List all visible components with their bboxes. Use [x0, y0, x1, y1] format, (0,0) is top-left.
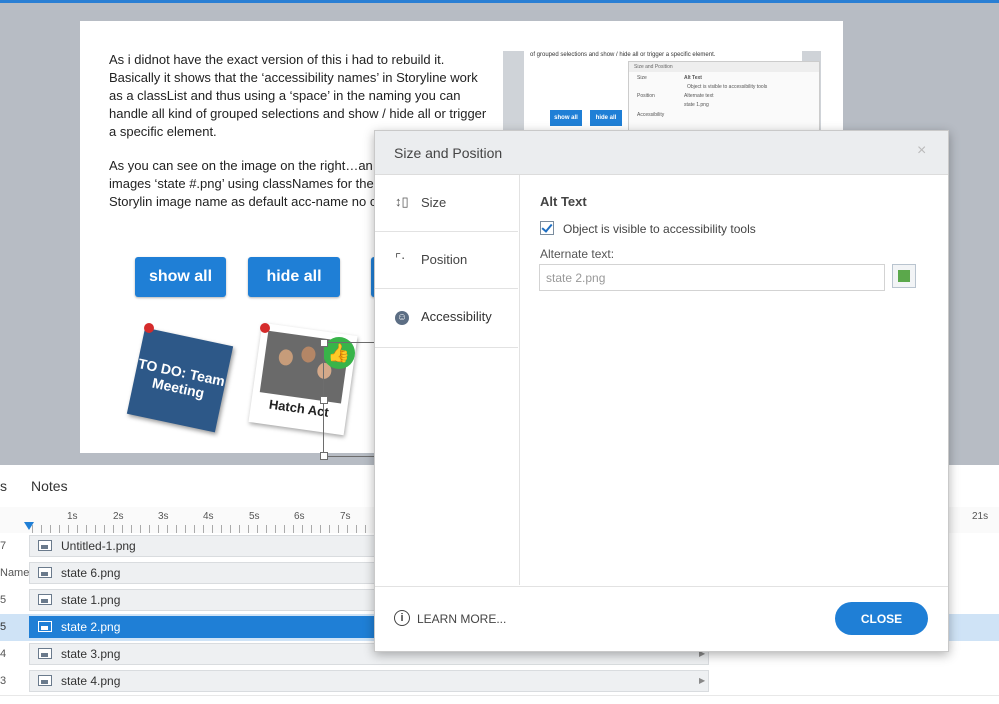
- pushpin-icon: [144, 323, 154, 333]
- row-label: 5: [0, 594, 7, 606]
- size-and-position-dialog: Size and Position × ↕▯ Size ⌜⋅ Position …: [374, 130, 949, 652]
- ruler-label: 5s: [249, 511, 260, 522]
- ruler-label: 1s: [67, 511, 78, 522]
- ruler-label-end: 21s: [972, 511, 989, 522]
- show-all-button[interactable]: show all: [135, 257, 226, 297]
- embedded-screenshot-slide: of grouped selections and show / hide al…: [524, 51, 820, 131]
- alternate-text-input[interactable]: [539, 264, 885, 291]
- row-object-name: state 6.png: [61, 566, 121, 580]
- info-icon[interactable]: i: [394, 610, 410, 626]
- row-label: 4: [0, 648, 7, 660]
- sidebar-item-label: Position: [421, 252, 468, 267]
- sidebar-item-position[interactable]: ⌜⋅ Position: [375, 232, 518, 289]
- sidebar-item-size[interactable]: ↕▯ Size: [375, 175, 518, 232]
- ruler-label: 6s: [294, 511, 305, 522]
- close-icon[interactable]: ×: [917, 142, 926, 160]
- ruler-label: 7s: [340, 511, 351, 522]
- playhead-marker[interactable]: [24, 522, 34, 530]
- checkbox-label[interactable]: Object is visible to accessibility tools: [563, 222, 756, 236]
- image-icon: [38, 540, 52, 551]
- embedded-screenshot-image: of grouped selections and show / hide al…: [503, 51, 821, 131]
- dialog-header: Size and Position ×: [375, 131, 948, 175]
- tab-notes[interactable]: Notes: [31, 478, 68, 494]
- timeline-bar[interactable]: [29, 670, 709, 692]
- row-label: 5: [0, 621, 7, 633]
- row-label: Name: [0, 567, 30, 579]
- embedded-alt-text: Alt Text: [684, 75, 702, 81]
- embedded-checkbox: Object is visible to accessibility tools: [687, 84, 768, 90]
- row-object-name: state 4.png: [61, 674, 121, 688]
- embedded-show-all: show all: [550, 110, 582, 126]
- dialog-title: Size and Position: [394, 145, 503, 161]
- sidebar-item-label: Accessibility: [421, 309, 492, 324]
- slide-paragraph-1: As i didnot have the exact version of th…: [109, 52, 487, 139]
- embedded-text: of grouped selections and show / hide al…: [530, 52, 716, 58]
- embedded-position: Position: [637, 93, 655, 99]
- size-icon: ↕▯: [395, 194, 409, 209]
- position-icon: ⌜⋅: [395, 251, 406, 266]
- image-icon: [38, 675, 52, 686]
- sidebar-item-label: Size: [421, 195, 447, 210]
- image-icon: [38, 594, 52, 605]
- row-object-name: state 1.png: [61, 593, 121, 607]
- dialog-sidebar: ↕▯ Size ⌜⋅ Position ☺ Accessibility: [375, 175, 520, 585]
- resize-handle[interactable]: [320, 452, 328, 460]
- row-object-name: Untitled-1.png: [61, 539, 136, 553]
- learn-more-link[interactable]: LEARN MORE...: [417, 612, 506, 626]
- row-label: 3: [0, 675, 7, 687]
- visible-to-accessibility-checkbox[interactable]: [540, 221, 554, 235]
- todo-card-image[interactable]: TO DO: Team Meeting: [126, 327, 234, 433]
- close-button[interactable]: CLOSE: [835, 602, 928, 635]
- dialog-content: Alt Text Object is visible to accessibil…: [520, 175, 948, 585]
- resize-handle[interactable]: [320, 339, 328, 347]
- ruler-label: 2s: [113, 511, 124, 522]
- hide-all-button[interactable]: hide all: [248, 257, 340, 297]
- embedded-value: state 1.png: [684, 102, 709, 108]
- ruler-ticks: [32, 525, 377, 533]
- dialog-footer: i LEARN MORE... CLOSE: [375, 586, 948, 651]
- embedded-size: Size: [637, 75, 647, 81]
- row-object-name: state 3.png: [61, 647, 121, 661]
- photo-person: [300, 345, 317, 364]
- embedded-accessibility: Accessibility: [637, 112, 665, 118]
- embedded-dialog-title: Size and Position: [629, 62, 819, 72]
- accessibility-icon: ☺: [395, 311, 409, 325]
- alt-text-heading: Alt Text: [540, 194, 587, 209]
- embedded-hide-all: hide all: [590, 110, 622, 126]
- sidebar-item-accessibility[interactable]: ☺ Accessibility: [375, 289, 518, 348]
- insert-variable-icon[interactable]: [892, 264, 916, 288]
- ruler-label: 3s: [158, 511, 169, 522]
- row-object-name: state 2.png: [61, 620, 121, 634]
- resize-handle[interactable]: [320, 396, 328, 404]
- alternate-text-label: Alternate text:: [540, 247, 615, 261]
- embedded-dialog: Size and Position Size Alt Text Object i…: [628, 61, 820, 131]
- tab-states-partial[interactable]: s: [0, 478, 7, 494]
- pushpin-icon: [260, 323, 270, 333]
- row-label: 7: [0, 540, 7, 552]
- embedded-alternate: Alternate text: [684, 93, 714, 99]
- image-icon: [38, 648, 52, 659]
- ruler-label: 4s: [203, 511, 214, 522]
- image-icon: [38, 567, 52, 578]
- photo-person: [277, 348, 294, 367]
- timeline-row[interactable]: 3 state 4.png ▶: [0, 668, 999, 696]
- expand-arrow-icon[interactable]: ▶: [699, 676, 705, 685]
- image-icon: [38, 621, 52, 632]
